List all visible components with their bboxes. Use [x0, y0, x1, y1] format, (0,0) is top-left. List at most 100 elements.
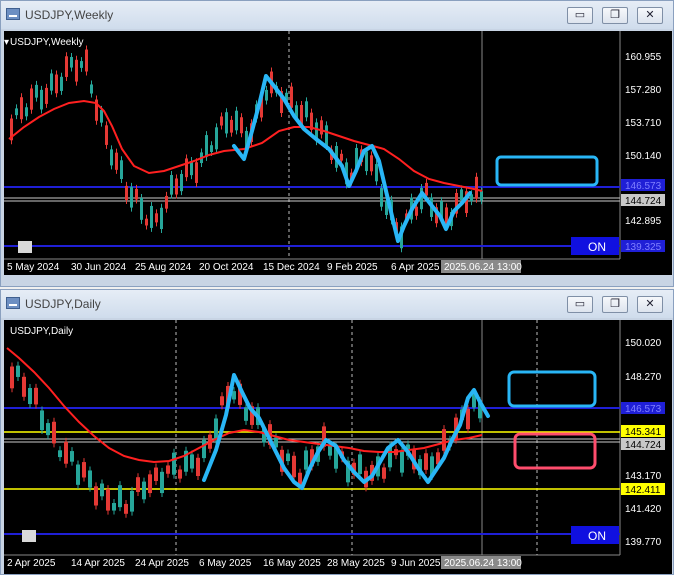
candle: [202, 439, 206, 459]
candle: [170, 175, 173, 195]
candle: [460, 189, 463, 201]
date-label: 9 Feb 2025: [327, 262, 378, 273]
candle: [232, 391, 236, 400]
candle: [145, 218, 148, 226]
candle: [106, 489, 110, 511]
date-label: 14 Apr 2025: [71, 558, 125, 569]
candle: [34, 387, 38, 405]
price-tag-support-upper-text: 145.341: [625, 427, 662, 438]
candle: [64, 441, 68, 464]
candle: [160, 471, 164, 494]
candle: [125, 185, 128, 201]
candle: [136, 477, 140, 492]
candle: [190, 454, 194, 469]
candle: [415, 206, 418, 216]
candle: [210, 145, 213, 153]
daily-price-axis: 150.020 148.270 146.573 145.341 144.724 …: [621, 338, 665, 548]
candle: [370, 155, 373, 172]
candle: [225, 112, 228, 134]
date-label: 24 Apr 2025: [135, 558, 189, 569]
candle: [94, 486, 98, 506]
daily-plot-area[interactable]: USDJPY,Daily 150.020 148.270 146.573 145…: [4, 320, 672, 574]
candle: [155, 213, 158, 223]
candle: [124, 503, 128, 514]
daily-titlebar[interactable]: USDJPY,Daily ▭ ❐ ✕: [1, 290, 673, 318]
on-button-label: ON: [588, 529, 606, 543]
date-label: 16 May 2025: [263, 558, 321, 569]
candle: [442, 429, 446, 451]
scroll-marker-icon[interactable]: [18, 241, 32, 253]
daily-candles: [10, 361, 482, 518]
candle: [16, 365, 20, 377]
close-button[interactable]: ✕: [637, 7, 663, 24]
candle: [286, 453, 290, 462]
candle: [46, 423, 50, 436]
candle: [172, 452, 176, 475]
candle: [160, 207, 163, 230]
candle: [235, 110, 238, 131]
candle: [110, 149, 113, 166]
daily-symbol-label: USDJPY,Daily: [10, 326, 73, 337]
candle: [205, 135, 208, 157]
candle: [22, 376, 26, 397]
price-label: 160.955: [625, 52, 662, 63]
restore-button[interactable]: ❐: [602, 296, 628, 313]
candle: [25, 107, 28, 117]
price-label: 141.420: [625, 504, 662, 515]
restore-button[interactable]: ❐: [602, 7, 628, 24]
candle: [150, 205, 153, 228]
candle: [55, 74, 58, 94]
candle: [30, 88, 33, 110]
candle: [305, 101, 308, 118]
candle: [112, 503, 116, 511]
chart-window-icon: [6, 8, 20, 20]
candle: [466, 408, 470, 430]
target-zone-box[interactable]: [495, 155, 599, 187]
candle: [120, 160, 123, 180]
candle: [15, 108, 18, 116]
candle: [325, 125, 328, 146]
minimize-button[interactable]: ▭: [567, 296, 593, 313]
candle: [185, 158, 188, 178]
close-button[interactable]: ✕: [637, 296, 663, 313]
weekly-chart-window[interactable]: USDJPY,Weekly ▭ ❐ ✕ USDJPY,Weekly ▾ 160.…: [0, 0, 674, 287]
candle: [35, 84, 38, 98]
candle: [90, 84, 93, 94]
candle: [88, 470, 92, 488]
weekly-price-axis: 160.955 157.280 153.710 150.140 146.573 …: [621, 52, 665, 253]
candle: [130, 186, 133, 208]
candle: [382, 467, 386, 479]
candle: [166, 465, 170, 474]
candle: [328, 445, 332, 456]
candle: [135, 188, 138, 200]
candle: [244, 407, 248, 421]
daily-chart-window[interactable]: USDJPY,Daily ▭ ❐ ✕ USDJPY,Daily 150.020 …: [0, 289, 674, 575]
candle: [75, 59, 78, 82]
candle: [195, 162, 198, 183]
candle: [230, 119, 233, 133]
candle: [80, 61, 83, 68]
scroll-marker-icon[interactable]: [22, 530, 36, 542]
candle: [130, 490, 134, 512]
candle: [65, 56, 68, 77]
candle: [154, 467, 158, 481]
candle: [115, 152, 118, 170]
weekly-titlebar[interactable]: USDJPY,Weekly ▭ ❐ ✕: [1, 1, 673, 29]
weekly-plot-area[interactable]: USDJPY,Weekly ▾ 160.955 157.280 153.710 …: [4, 31, 672, 275]
candle: [142, 481, 146, 500]
moving-average-line: [6, 347, 483, 464]
weekly-chart-svg: USDJPY,Weekly ▾ 160.955 157.280 153.710 …: [4, 31, 665, 273]
candle: [45, 87, 48, 104]
price-tag-low-text: 139.325: [625, 242, 662, 253]
candle: [40, 410, 44, 431]
candle: [400, 450, 404, 473]
candle: [58, 450, 62, 458]
candle: [290, 86, 293, 108]
svg-text:▾: ▾: [4, 37, 9, 48]
date-label: 2 Apr 2025: [7, 558, 56, 569]
target-zone-box[interactable]: [507, 370, 597, 408]
price-label: 153.710: [625, 118, 662, 129]
date-label: 20 Oct 2024: [199, 262, 254, 273]
minimize-button[interactable]: ▭: [567, 7, 593, 24]
wave-drawing[interactable]: [232, 74, 472, 243]
